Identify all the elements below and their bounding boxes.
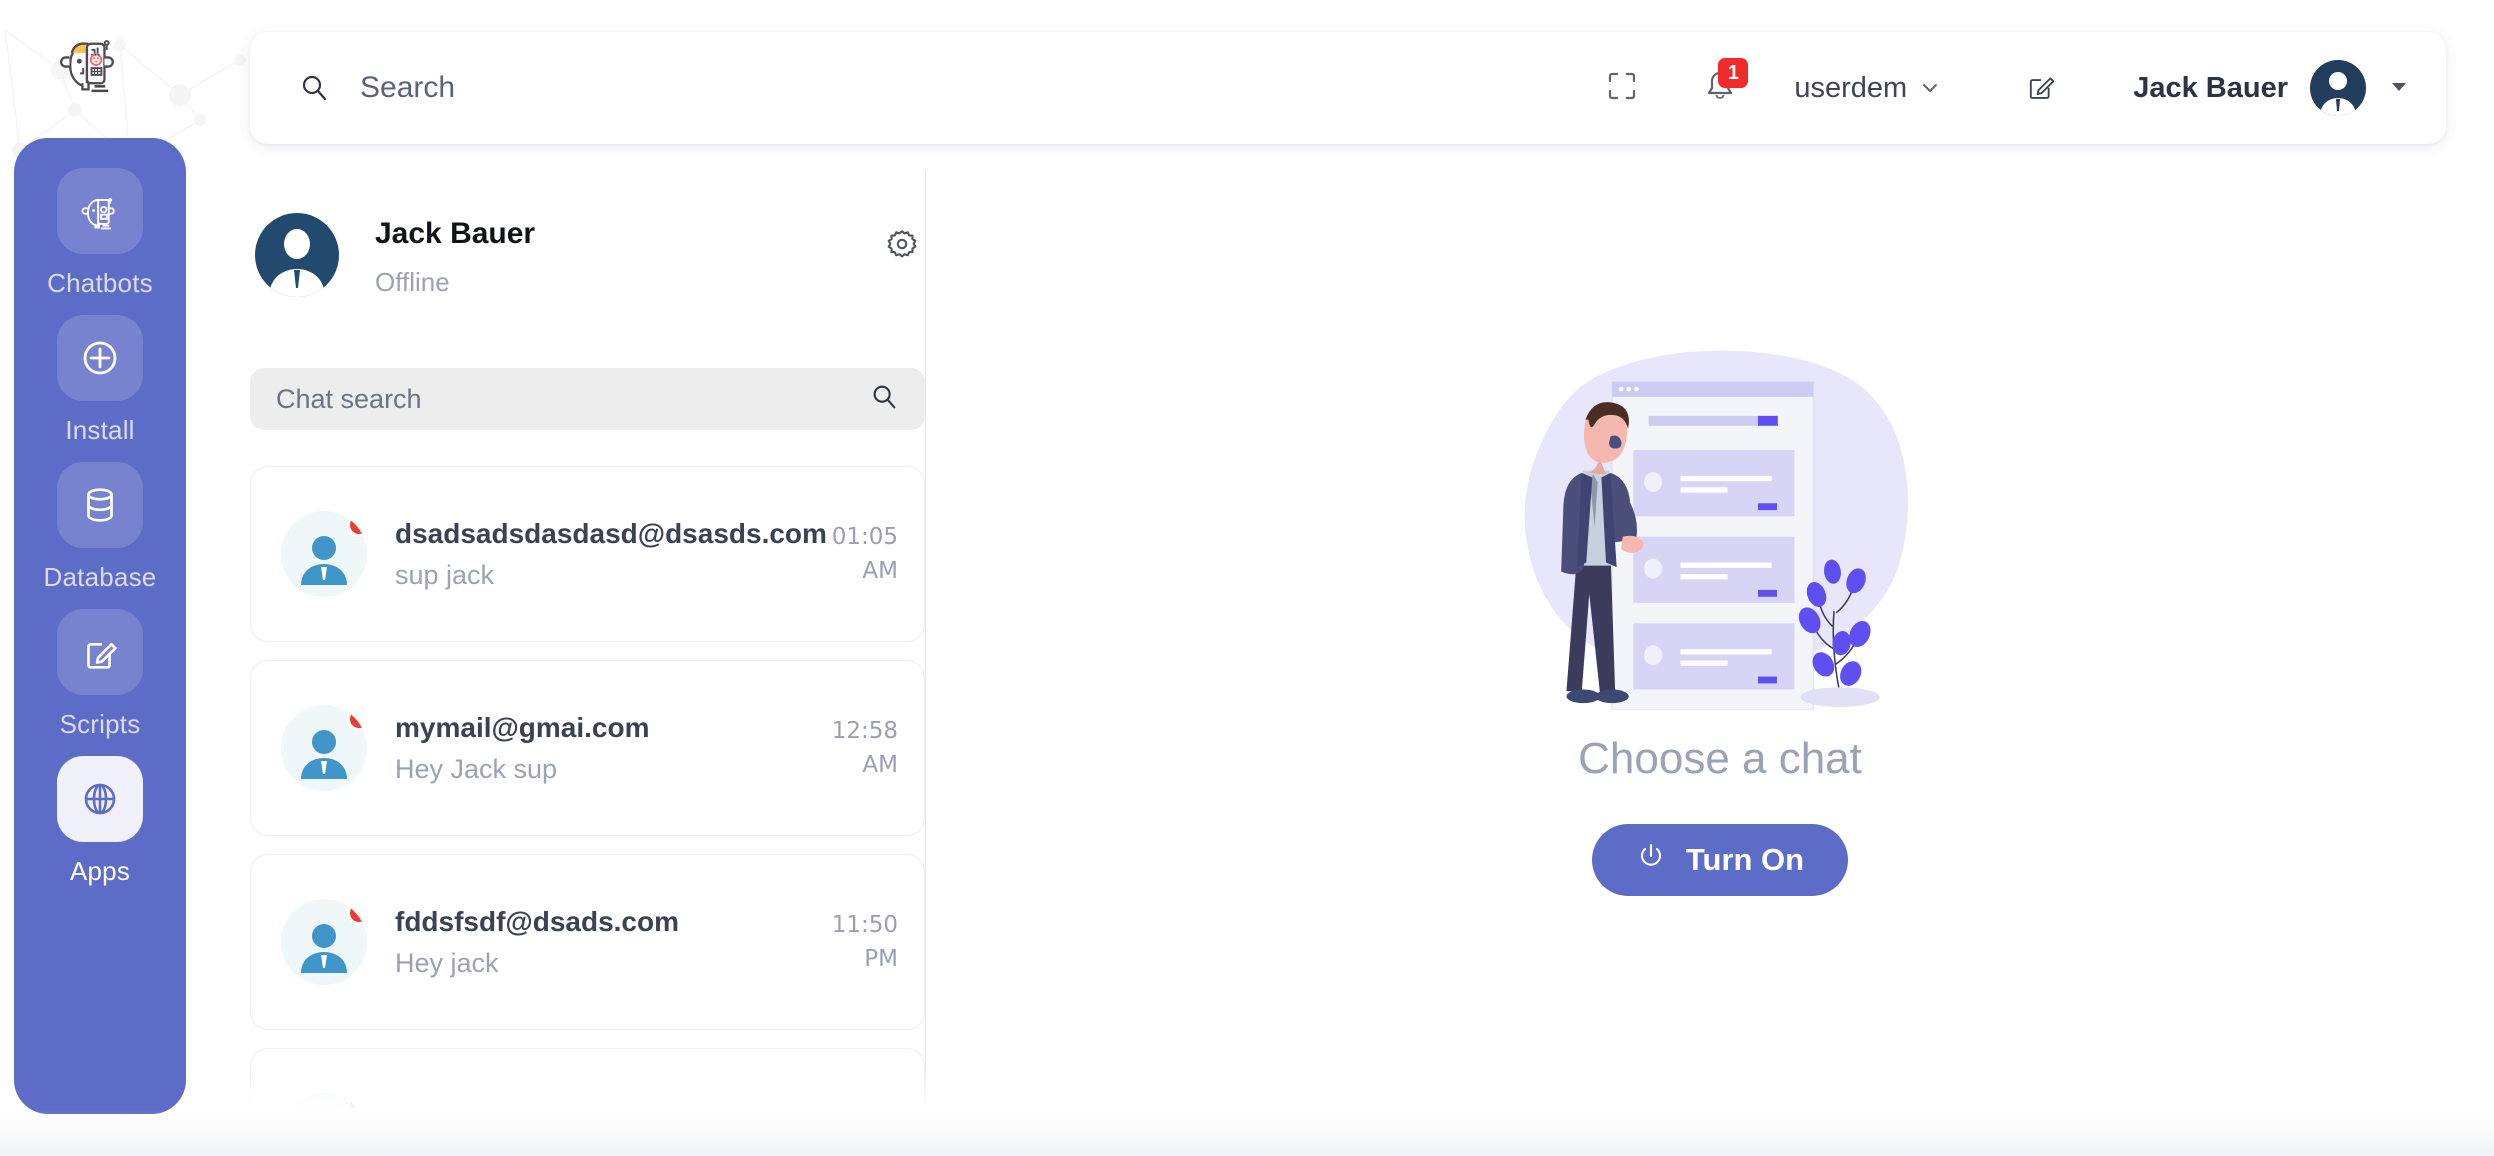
contact-avatar-icon bbox=[301, 924, 347, 973]
chevron-down-icon bbox=[1919, 77, 1941, 99]
chat-list-item[interactable]: miguel@gmail.com bbox=[250, 1048, 925, 1126]
unread-indicator bbox=[347, 901, 367, 925]
avatar bbox=[281, 1093, 367, 1126]
profile-header: Jack Bauer Offline bbox=[250, 205, 925, 315]
chat-search-input[interactable] bbox=[276, 383, 869, 415]
notifications-button[interactable]: 1 bbox=[1688, 56, 1752, 120]
chat-item-message: Hey jack bbox=[395, 947, 499, 978]
sidebar-item-database[interactable]: Database bbox=[14, 462, 186, 593]
chat-list-item[interactable]: mymail@gmai.com Hey Jack sup 12:58 AM bbox=[250, 660, 925, 836]
compose-button[interactable] bbox=[2009, 56, 2073, 120]
chat-item-time: 12:58 AM bbox=[831, 717, 898, 779]
avatar bbox=[281, 705, 367, 791]
plus-circle-icon bbox=[57, 315, 143, 401]
user-avatar-icon bbox=[269, 229, 325, 297]
contact-avatar-icon bbox=[301, 536, 347, 585]
chat-list-item[interactable]: fddsfsdf@dsads.com Hey jack 11:50 PM bbox=[250, 854, 925, 1030]
sidebar-item-label: Database bbox=[43, 562, 157, 592]
profile-status: Offline bbox=[375, 267, 450, 297]
search-icon bbox=[298, 72, 330, 104]
chat-item-name: dsadsadsdasdasd@dsasds.com bbox=[395, 517, 827, 549]
user-avatar-icon bbox=[2320, 72, 2356, 116]
chat-item-text: miguel@gmail.com bbox=[395, 1115, 898, 1126]
database-cylinder-icon bbox=[57, 462, 143, 548]
unread-indicator bbox=[347, 1095, 367, 1119]
chat-item-text: fddsfsdf@dsads.com Hey jack bbox=[395, 906, 793, 979]
app-logo-icon bbox=[60, 40, 114, 93]
sidebar-item-chatbots[interactable]: Chatbots bbox=[14, 168, 186, 299]
empty-state: Choose a chat Turn On bbox=[1390, 330, 2050, 896]
settings-button[interactable] bbox=[885, 227, 919, 266]
gear-icon bbox=[885, 230, 919, 265]
search-input[interactable] bbox=[360, 71, 1591, 105]
user-menu-caret-down-icon[interactable] bbox=[2388, 75, 2410, 102]
avatar bbox=[281, 511, 367, 597]
chat-item-message: Hey Jack sup bbox=[395, 753, 558, 784]
avatar bbox=[281, 899, 367, 985]
workspace-label: userdem bbox=[1794, 71, 1908, 104]
sidebar-item-apps[interactable]: Apps bbox=[14, 756, 186, 887]
app-root: Chatbots Install Database Scripts Apps S… bbox=[0, 0, 2494, 1156]
turn-on-label: Turn On bbox=[1685, 842, 1805, 877]
top-bar: 1 userdem Jack Bauer bbox=[250, 32, 2446, 144]
workspace-selector[interactable]: userdem bbox=[1794, 72, 1941, 105]
chat-list[interactable]: dsadsadsdasdasd@dsasds.com sup jack 01:0… bbox=[250, 466, 940, 1126]
contact-avatar-icon bbox=[301, 730, 347, 779]
chat-list-item[interactable]: dsadsadsdasdasd@dsasds.com sup jack 01:0… bbox=[250, 466, 925, 642]
profile-name: Jack Bauer bbox=[375, 217, 536, 250]
chat-item-time: 01:05 AM bbox=[831, 523, 898, 585]
turn-on-button[interactable]: Turn On bbox=[1591, 824, 1849, 896]
chatbot-face-icon bbox=[57, 168, 143, 254]
search-icon[interactable] bbox=[869, 382, 899, 417]
contact-avatar-icon bbox=[312, 1118, 336, 1126]
sidebar-item-label: Scripts bbox=[59, 709, 141, 739]
unread-indicator bbox=[347, 513, 367, 537]
chat-item-name: miguel@gmail.com bbox=[395, 1115, 898, 1126]
chat-item-time: 11:50 PM bbox=[831, 911, 898, 973]
chat-item-name: mymail@gmai.com bbox=[395, 711, 650, 743]
chat-search bbox=[250, 368, 925, 430]
empty-state-title: Choose a chat bbox=[1578, 734, 1862, 783]
sidebar-item-install[interactable]: Install bbox=[14, 315, 186, 446]
sidebar-item-label: Install bbox=[65, 415, 135, 445]
user-name-label: Jack Bauer bbox=[2133, 71, 2288, 104]
compose-icon bbox=[2024, 69, 2058, 108]
unread-indicator bbox=[347, 707, 367, 731]
fullscreen-icon bbox=[1605, 69, 1639, 108]
left-sidebar: Chatbots Install Database Scripts Apps bbox=[14, 138, 186, 1114]
avatar[interactable] bbox=[2310, 60, 2366, 116]
power-icon bbox=[1636, 841, 1666, 879]
choose-a-chat-illustration bbox=[1524, 350, 1909, 710]
sidebar-item-label: Chatbots bbox=[47, 268, 153, 298]
top-bar-actions: 1 userdem Jack Bauer bbox=[1590, 56, 2410, 120]
chat-item-text: dsadsadsdasdasd@dsasds.com sup jack bbox=[395, 517, 827, 591]
chat-item-name: fddsfsdf@dsads.com bbox=[395, 905, 680, 937]
avatar[interactable] bbox=[255, 213, 339, 297]
chat-item-text: mymail@gmai.com Hey Jack sup bbox=[395, 712, 793, 785]
fullscreen-button[interactable] bbox=[1590, 56, 1654, 120]
pencil-square-icon bbox=[57, 609, 143, 695]
notification-badge: 1 bbox=[1718, 58, 1749, 88]
globe-icon bbox=[57, 756, 143, 842]
sidebar-item-scripts[interactable]: Scripts bbox=[14, 609, 186, 740]
chat-item-message: sup jack bbox=[395, 559, 495, 590]
sidebar-item-label: Apps bbox=[69, 856, 131, 886]
